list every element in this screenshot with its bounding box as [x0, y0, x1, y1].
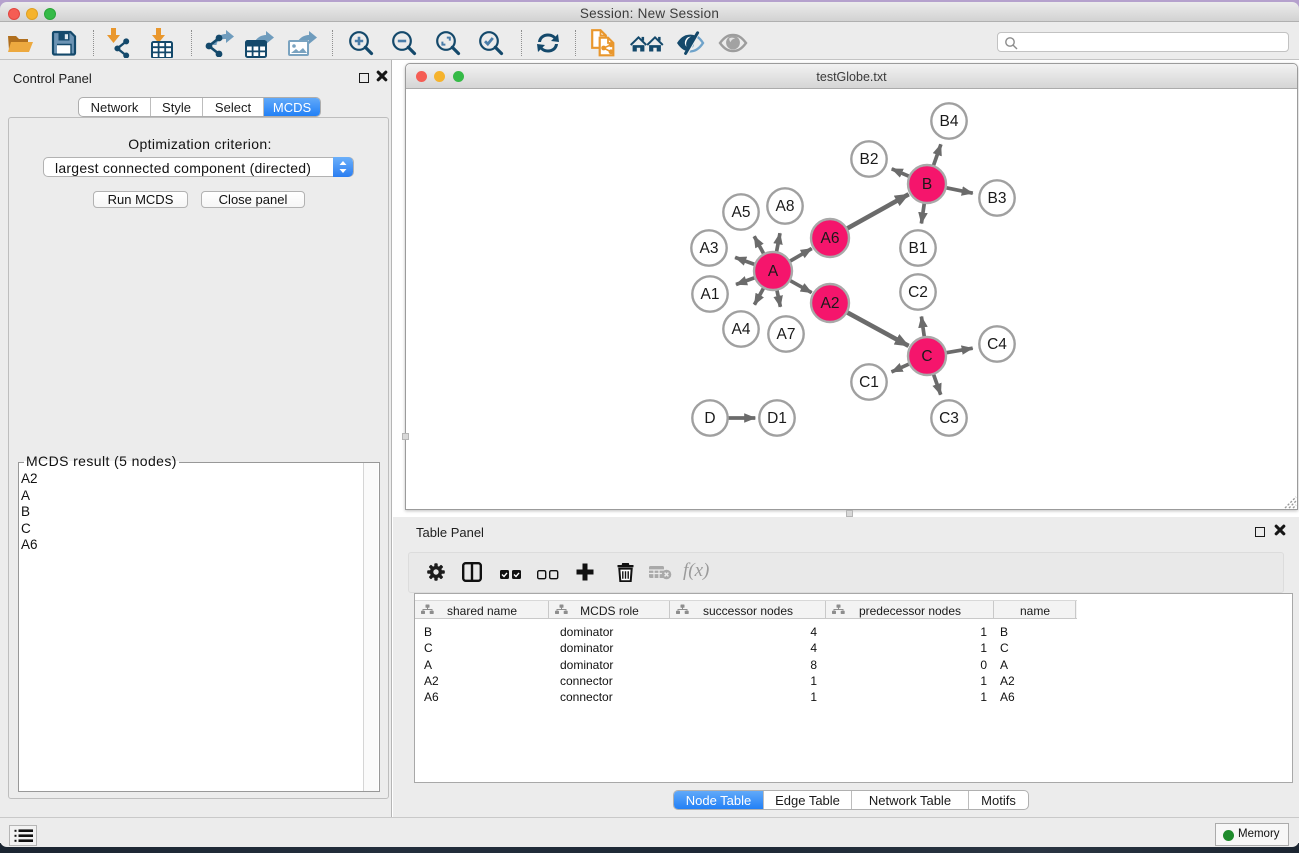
svg-text:A7: A7: [777, 326, 796, 343]
svg-text:A4: A4: [732, 321, 751, 338]
svg-text:A2: A2: [821, 295, 840, 312]
svg-text:B: B: [922, 176, 932, 193]
svg-text:A: A: [768, 263, 779, 280]
svg-text:A3: A3: [700, 240, 719, 257]
svg-text:C4: C4: [987, 336, 1007, 353]
svg-text:B4: B4: [940, 113, 959, 130]
svg-text:A1: A1: [701, 286, 720, 303]
svg-text:B3: B3: [988, 190, 1007, 207]
svg-text:B2: B2: [860, 151, 879, 168]
svg-text:A6: A6: [821, 230, 840, 247]
svg-text:D1: D1: [767, 410, 787, 427]
svg-text:C3: C3: [939, 410, 959, 427]
svg-text:D: D: [704, 410, 715, 427]
svg-text:A5: A5: [732, 204, 751, 221]
svg-text:C: C: [921, 348, 932, 365]
svg-text:A8: A8: [776, 198, 795, 215]
svg-text:C2: C2: [908, 284, 928, 301]
svg-text:C1: C1: [859, 374, 879, 391]
svg-text:B1: B1: [909, 240, 928, 257]
